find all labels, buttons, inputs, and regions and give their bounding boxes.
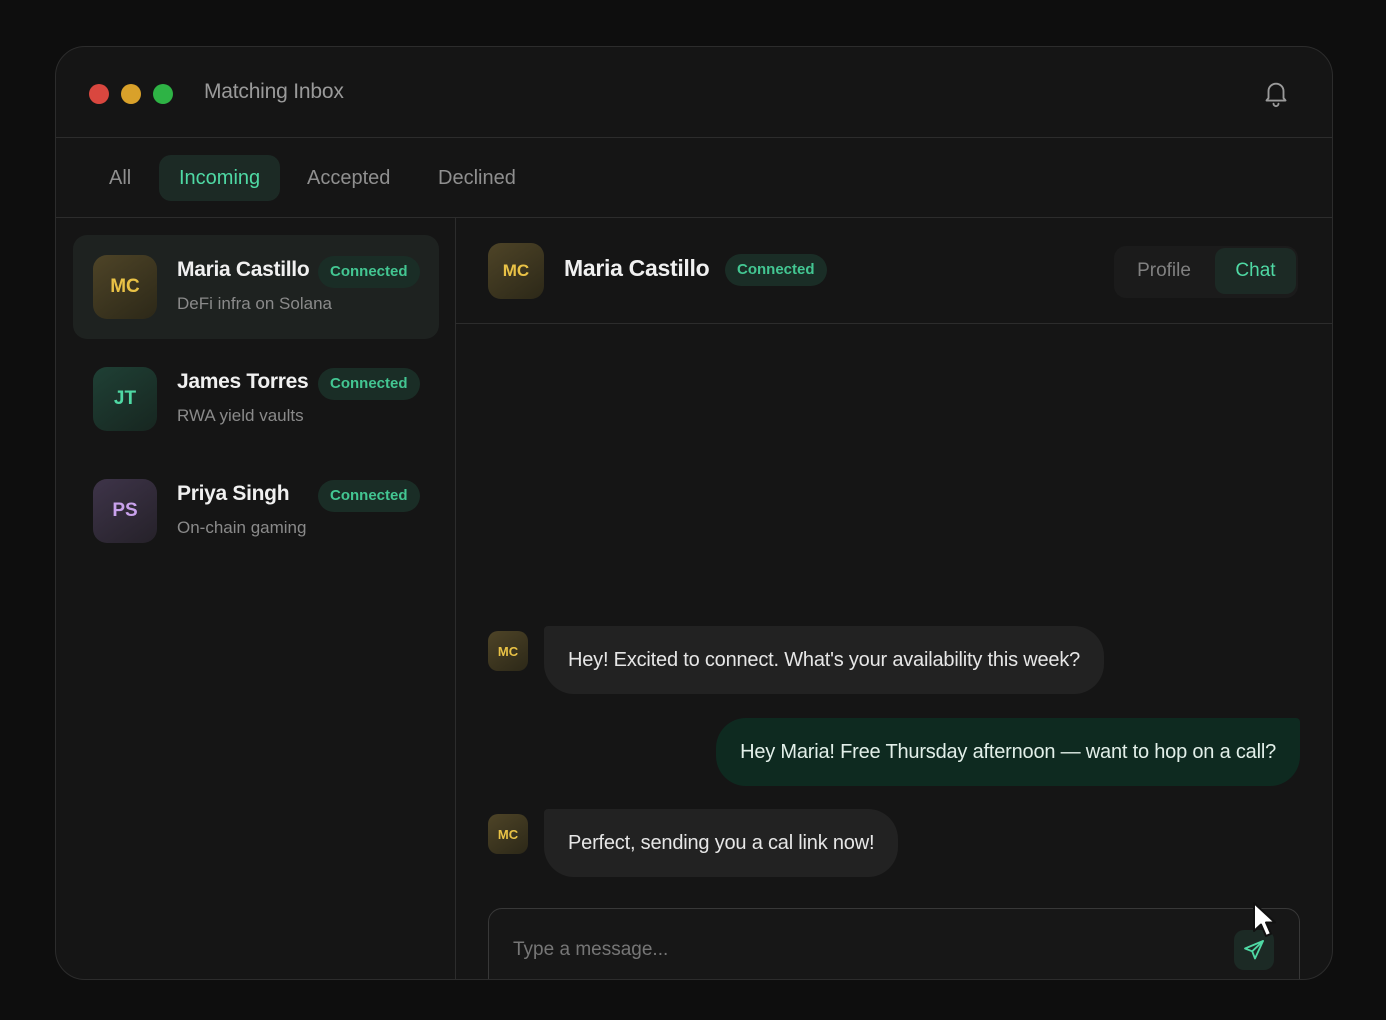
avatar: PS <box>93 479 157 543</box>
contact-item-maria-castillo[interactable]: MC Maria Castillo Connected DeFi infra o… <box>73 235 439 339</box>
contact-subtitle: RWA yield vaults <box>177 406 304 425</box>
contact-item-priya-singh[interactable]: PS Priya Singh Connected On-chain gaming <box>73 459 439 563</box>
avatar: JT <box>93 367 157 431</box>
message-outgoing: Hey Maria! Free Thursday afternoon — wan… <box>716 718 1300 786</box>
message-avatar: MC <box>488 631 528 671</box>
status-badge: Connected <box>318 480 420 512</box>
bell-icon[interactable] <box>1261 78 1291 108</box>
tab-accepted[interactable]: Accepted <box>287 155 410 201</box>
contact-name: Priya Singh <box>177 482 290 505</box>
avatar: MC <box>488 243 544 299</box>
message-incoming: Perfect, sending you a cal link now! <box>544 809 899 877</box>
message-avatar: MC <box>488 814 528 854</box>
profile-toggle-button[interactable]: Profile <box>1116 248 1212 294</box>
app-window: Matching Inbox All Incoming Accepted Dec… <box>55 46 1333 980</box>
contact-name: James Torres <box>177 370 309 393</box>
minimize-window-button[interactable] <box>121 84 141 104</box>
tab-declined[interactable]: Declined <box>418 155 536 201</box>
contact-subtitle: On-chain gaming <box>177 518 307 537</box>
message-input[interactable] <box>513 929 1213 971</box>
view-toggle: Profile Chat <box>1114 246 1298 298</box>
chat-header: MC Maria Castillo Connected Profile Chat <box>456 218 1332 324</box>
message-composer <box>488 908 1300 979</box>
status-badge: Connected <box>318 368 420 400</box>
chat-panel: MC Maria Castillo Connected Profile Chat… <box>456 218 1332 979</box>
contact-item-james-torres[interactable]: JT James Torres Connected RWA yield vaul… <box>73 347 439 451</box>
filter-tabs: All Incoming Accepted Declined <box>56 138 1332 218</box>
status-badge: Connected <box>725 254 827 286</box>
contact-name: Maria Castillo <box>177 258 310 281</box>
contact-subtitle: DeFi infra on Solana <box>177 294 332 313</box>
tab-incoming[interactable]: Incoming <box>159 155 281 201</box>
tab-all[interactable]: All <box>89 155 151 201</box>
contact-list: MC Maria Castillo Connected DeFi infra o… <box>56 218 456 979</box>
maximize-window-button[interactable] <box>153 84 173 104</box>
app-title: Matching Inbox <box>204 80 344 103</box>
message-incoming: Hey! Excited to connect. What's your ava… <box>544 626 1105 694</box>
title-bar: Matching Inbox <box>56 47 1332 138</box>
close-window-button[interactable] <box>89 84 109 104</box>
cursor-icon <box>1253 902 1276 937</box>
avatar: MC <box>93 255 157 319</box>
chat-toggle-button[interactable]: Chat <box>1215 248 1296 294</box>
chat-contact-name: Maria Castillo <box>564 255 710 281</box>
status-badge: Connected <box>318 256 420 288</box>
